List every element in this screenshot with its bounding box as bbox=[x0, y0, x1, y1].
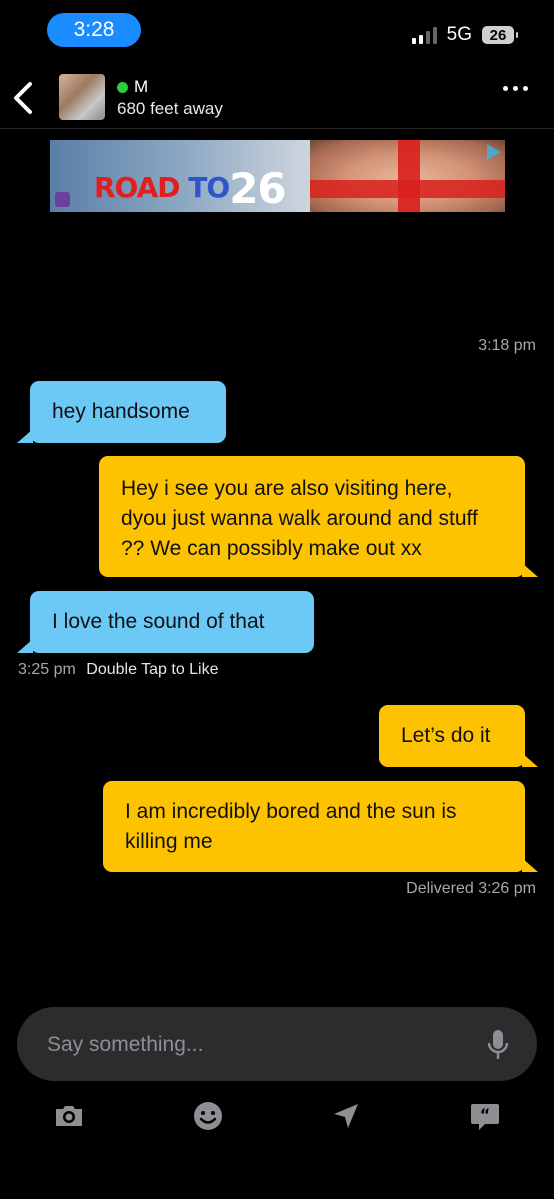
location-arrow-icon[interactable] bbox=[330, 1100, 362, 1132]
profile-name[interactable]: M bbox=[134, 77, 148, 97]
outgoing-message[interactable]: Let’s do it bbox=[379, 705, 538, 767]
battery-icon: 26 bbox=[482, 26, 518, 44]
status-indicators: 5G 26 bbox=[411, 22, 518, 48]
outgoing-message[interactable]: Hey i see you are also visiting here, dy… bbox=[99, 456, 538, 577]
ad-headline: ROAD TO26 bbox=[94, 164, 287, 212]
incoming-message[interactable]: I love the sound of that bbox=[17, 591, 314, 653]
message-input[interactable] bbox=[45, 1007, 469, 1083]
conversation-timestamp: 3:18 pm bbox=[478, 337, 536, 354]
incoming-message[interactable]: hey handsome bbox=[17, 381, 226, 443]
network-label: 5G bbox=[446, 24, 472, 45]
profile-distance: 680 feet away bbox=[117, 99, 223, 118]
svg-text:“: “ bbox=[480, 1105, 491, 1124]
ad-badge-icon bbox=[55, 192, 70, 207]
outgoing-message[interactable]: I am incredibly bored and the sun is kil… bbox=[103, 781, 538, 872]
message-meta: 3:25 pm Double Tap to Like bbox=[18, 661, 219, 679]
ad-banner[interactable]: ROAD TO26 bbox=[50, 140, 505, 212]
message-time: 3:25 pm bbox=[18, 661, 76, 678]
signal-icon bbox=[411, 26, 437, 44]
mic-icon[interactable] bbox=[487, 1029, 509, 1061]
camera-icon[interactable] bbox=[53, 1100, 85, 1132]
smiley-icon[interactable] bbox=[192, 1100, 224, 1132]
status-time: 3:28 bbox=[47, 13, 141, 47]
double-tap-hint: Double Tap to Like bbox=[86, 661, 219, 678]
back-chevron-icon[interactable] bbox=[10, 80, 40, 116]
delivery-status: Delivered 3:26 pm bbox=[406, 880, 536, 897]
quote-bubble-icon[interactable]: “ bbox=[469, 1100, 501, 1132]
ad-choices-icon[interactable] bbox=[487, 144, 501, 160]
more-icon[interactable] bbox=[503, 86, 528, 91]
online-indicator bbox=[117, 82, 128, 93]
header-divider bbox=[0, 128, 554, 129]
profile-avatar[interactable] bbox=[59, 74, 105, 120]
ad-image bbox=[310, 140, 505, 212]
message-composer[interactable] bbox=[17, 1007, 537, 1083]
